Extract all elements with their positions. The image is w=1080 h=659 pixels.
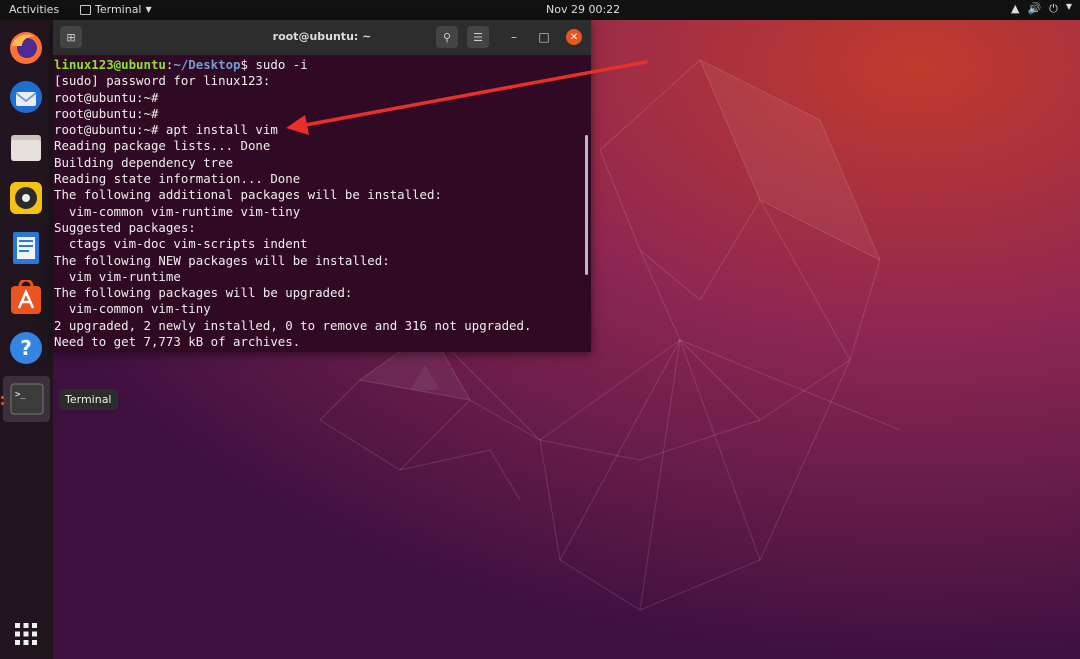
app-menu[interactable]: Terminal ▼ — [80, 3, 152, 16]
output-line: ctags vim-doc vim-scripts indent — [54, 236, 308, 252]
dock-item-files[interactable] — [5, 126, 47, 168]
output-line: Need to get 7,773 kB of archives. — [54, 334, 301, 350]
output-line: The following additional packages will b… — [54, 187, 442, 203]
power-icon: ⏻ — [1049, 2, 1058, 15]
network-icon: ▲ — [1010, 2, 1020, 15]
terminal-output[interactable]: linux123@ubuntu:~/Desktop$ sudo -i [sudo]… — [53, 55, 591, 352]
activities-button[interactable]: Activities — [9, 3, 59, 16]
close-button[interactable]: ✕ — [566, 29, 582, 45]
output-line: vim-common vim-runtime vim-tiny — [54, 203, 301, 219]
files-icon — [11, 135, 41, 161]
prompt-line: linux123@ubuntu:~/Desktop$ sudo -i — [54, 57, 591, 73]
running-indicator — [1, 396, 4, 399]
apps-grid-icon — [15, 623, 37, 645]
dock-item-thunderbird[interactable] — [5, 76, 47, 118]
dock: ? >_ — [0, 20, 53, 659]
output-line: vim-common vim-tiny — [54, 301, 211, 317]
dock-item-software[interactable] — [5, 277, 47, 319]
show-applications-button[interactable] — [5, 613, 47, 655]
dock-item-rhythmbox[interactable] — [5, 177, 47, 219]
output-line: root@ubuntu:~# — [54, 89, 159, 105]
svg-text:>_: >_ — [15, 390, 26, 400]
prompt-user: linux123@ubuntu — [54, 57, 166, 72]
output-line: Reading state information... Done — [54, 171, 301, 187]
output-line: Building dependency tree — [54, 154, 234, 170]
output-line: Suggested packages: — [54, 219, 196, 235]
app-menu-label: Terminal — [95, 3, 142, 16]
help-icon: ? — [10, 332, 42, 364]
output-line: root@ubuntu:~# apt install vim — [54, 122, 278, 138]
dock-item-help[interactable]: ? — [5, 327, 47, 369]
running-indicator — [1, 402, 4, 405]
terminal-window[interactable]: ⊞ root@ubuntu: ~ ⚲ ☰ – □ ✕ linux123@ubun… — [53, 20, 591, 352]
maximize-button[interactable]: □ — [535, 28, 553, 46]
minimize-button[interactable]: – — [505, 28, 523, 46]
search-icon: ⚲ — [442, 30, 452, 44]
output-line: root@ubuntu:~# — [54, 105, 159, 121]
dock-item-writer[interactable] — [5, 227, 47, 269]
chevron-down-icon: ▼ — [145, 5, 152, 14]
volume-icon: 🔊 — [1027, 2, 1042, 15]
software-icon — [11, 280, 41, 314]
thunderbird-icon — [10, 81, 42, 113]
terminal-icon: >_ — [10, 383, 43, 415]
dock-tooltip: Terminal — [59, 389, 118, 410]
clock[interactable]: Nov 29 00:22 — [546, 3, 620, 16]
prompt-path: ~/Desktop — [173, 57, 241, 72]
dock-item-terminal[interactable]: >_ — [3, 376, 50, 422]
top-bar: Activities Terminal ▼ Nov 29 00:22 ▲ 🔊 ⏻… — [0, 0, 1080, 20]
hamburger-icon: ☰ — [473, 30, 483, 44]
terminal-header-bar[interactable]: ⊞ root@ubuntu: ~ ⚲ ☰ – □ ✕ — [53, 20, 591, 55]
terminal-scrollbar[interactable] — [585, 135, 588, 275]
output-line: The following NEW packages will be insta… — [54, 252, 390, 268]
menu-button[interactable]: ☰ — [467, 26, 489, 48]
system-tray[interactable]: ▲ 🔊 ⏻ ▼ — [1011, 2, 1072, 16]
output-line: Reading package lists... Done — [54, 138, 271, 154]
command-text: sudo -i — [247, 57, 308, 72]
output-line: [sudo] password for linux123: — [54, 73, 271, 89]
output-line: The following packages will be upgraded: — [54, 285, 353, 301]
dock-item-firefox[interactable] — [5, 27, 47, 69]
chevron-down-icon: ▼ — [1065, 2, 1072, 11]
close-icon: ✕ — [569, 31, 579, 43]
output-line: 2 upgraded, 2 newly installed, 0 to remo… — [54, 317, 532, 333]
firefox-icon — [10, 32, 42, 64]
writer-icon — [13, 232, 39, 264]
search-button[interactable]: ⚲ — [436, 26, 458, 48]
output-line: vim vim-runtime — [54, 268, 181, 284]
maximize-icon: □ — [538, 30, 550, 44]
terminal-small-icon — [80, 4, 91, 15]
minimize-icon: – — [511, 30, 517, 44]
svg-text:?: ? — [20, 336, 32, 360]
rhythmbox-icon — [10, 182, 42, 214]
prompt-sign: $ — [240, 57, 248, 72]
